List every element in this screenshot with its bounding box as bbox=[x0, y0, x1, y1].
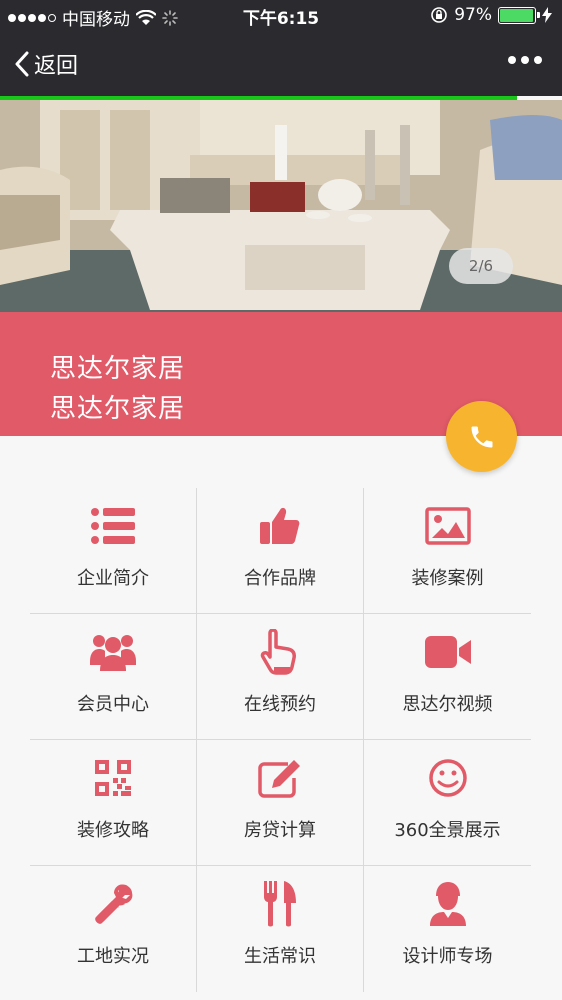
menu-item-renovation-cases[interactable]: 装修案例 bbox=[364, 488, 531, 613]
menu-item-label: 装修攻略 bbox=[77, 820, 149, 841]
menu-item-label: 360全景展示 bbox=[394, 820, 501, 841]
menu-item-mortgage-calculator[interactable]: 房贷计算 bbox=[197, 740, 364, 865]
menu-item-label: 设计师专场 bbox=[402, 946, 493, 967]
back-button[interactable]: 返回 bbox=[14, 48, 78, 80]
menu-item-label: 装修案例 bbox=[411, 568, 484, 589]
status-bar: 中国移动 下午6:15 97% bbox=[0, 0, 562, 30]
menu-grid: 企业简介 合作品牌 装修案例 会员中心 在线预约 思达尔视频 装修攻略 房贷计算… bbox=[30, 488, 531, 992]
fork-knife-icon bbox=[256, 880, 304, 928]
menu-item-designer-zone[interactable]: 设计师专场 bbox=[364, 866, 531, 992]
menu-item-label: 在线预约 bbox=[244, 694, 316, 715]
menu-item-label: 企业简介 bbox=[77, 568, 149, 589]
carousel-page-indicator: 2/6 bbox=[449, 248, 513, 284]
nav-bar: 返回 bbox=[0, 30, 562, 96]
phone-icon bbox=[471, 426, 492, 447]
smile-icon bbox=[424, 754, 472, 802]
battery-icon bbox=[498, 6, 540, 24]
pointer-hand-icon bbox=[256, 628, 304, 676]
menu-item-label: 思达尔视频 bbox=[402, 694, 493, 715]
wrench-icon bbox=[89, 880, 137, 928]
designer-icon bbox=[424, 880, 472, 928]
menu-item-label: 工地实况 bbox=[77, 946, 149, 967]
menu-item-member-center[interactable]: 会员中心 bbox=[30, 614, 197, 739]
menu-item-life-tips[interactable]: 生活常识 bbox=[197, 866, 364, 992]
menu-row: 装修攻略 房贷计算 360全景展示 bbox=[30, 740, 531, 866]
menu-row: 工地实况 生活常识 设计师专场 bbox=[30, 866, 531, 992]
menu-item-online-booking[interactable]: 在线预约 bbox=[197, 614, 364, 739]
chevron-left-icon bbox=[15, 51, 29, 77]
users-icon bbox=[89, 628, 137, 676]
menu-item-label: 生活常识 bbox=[244, 946, 316, 967]
video-camera-icon bbox=[424, 628, 472, 676]
menu-item-video[interactable]: 思达尔视频 bbox=[364, 614, 531, 739]
menu-item-label: 会员中心 bbox=[77, 694, 149, 715]
company-title: 思达尔家居 bbox=[50, 354, 186, 384]
battery-percent: 97% bbox=[454, 5, 492, 25]
edit-icon bbox=[256, 754, 304, 802]
menu-item-label: 合作品牌 bbox=[244, 568, 316, 589]
menu-item-company-profile[interactable]: 企业简介 bbox=[30, 488, 197, 613]
call-button[interactable] bbox=[446, 401, 517, 472]
picture-icon bbox=[424, 502, 472, 550]
menu-row: 企业简介 合作品牌 装修案例 bbox=[30, 488, 531, 614]
menu-item-label: 房贷计算 bbox=[244, 820, 316, 841]
back-label: 返回 bbox=[34, 54, 79, 79]
more-options-button[interactable] bbox=[508, 56, 542, 64]
qr-code-icon bbox=[89, 754, 137, 802]
menu-item-360-panorama[interactable]: 360全景展示 bbox=[364, 740, 531, 865]
rotation-lock-icon bbox=[431, 7, 448, 23]
company-subtitle: 思达尔家居 bbox=[50, 394, 186, 424]
menu-row: 会员中心 在线预约 思达尔视频 bbox=[30, 614, 531, 740]
menu-item-site-status[interactable]: 工地实况 bbox=[30, 866, 197, 992]
thumbs-up-icon bbox=[256, 502, 304, 550]
charging-icon bbox=[542, 7, 552, 23]
menu-item-renovation-guide[interactable]: 装修攻略 bbox=[30, 740, 197, 865]
list-icon bbox=[89, 502, 137, 550]
status-right: 97% bbox=[430, 5, 552, 25]
menu-item-partner-brands[interactable]: 合作品牌 bbox=[197, 488, 364, 613]
